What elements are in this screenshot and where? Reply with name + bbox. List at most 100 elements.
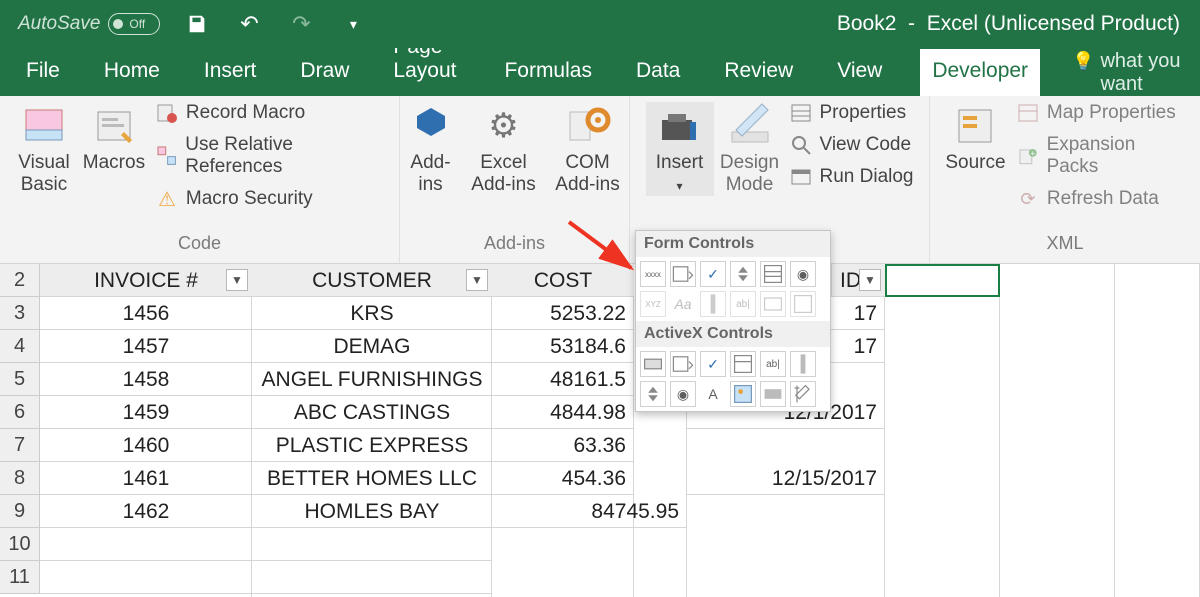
excel-addins-button[interactable]: ⚙ Excel Add-ins [465,102,543,196]
cell[interactable]: ANGEL FURNISHINGS [252,363,492,396]
cell[interactable] [40,561,252,594]
cell[interactable]: 12/15/2017 [687,462,885,495]
form-optionbutton-control[interactable]: ◉ [790,261,816,287]
undo-icon[interactable]: ↶ [238,13,260,35]
cell[interactable]: PLASTIC EXPRESS [252,429,492,462]
cell[interactable]: 17 [831,330,885,363]
cell[interactable]: 5253.22 [492,297,634,330]
tab-home[interactable]: Home [98,49,166,96]
row-header[interactable]: 9 [0,495,40,528]
redo-icon[interactable]: ↷ [290,13,312,35]
properties-button[interactable]: Properties [790,102,914,124]
worksheet[interactable]: 2 3 4 5 6 7 8 9 10 11 INVOICE # ▼ CUSTOM… [0,264,1200,597]
row-header[interactable]: 10 [0,528,40,561]
com-addins-button[interactable]: COM Add-ins [549,102,627,196]
view-code-button[interactable]: View Code [790,134,914,156]
cell[interactable]: DEMAG [252,330,492,363]
cell[interactable]: BETTER HOMES LLC [252,462,492,495]
visual-basic-button[interactable]: Visual Basic [10,102,78,210]
cell[interactable]: 53184.6 [492,330,634,363]
cell[interactable] [252,561,492,594]
autosave-toggle[interactable]: AutoSave Off [18,13,160,35]
cell[interactable] [40,528,252,561]
cell[interactable]: 48161.5 [492,363,634,396]
form-combobox-control[interactable] [670,261,696,287]
row-header[interactable]: 4 [0,330,40,363]
cell[interactable]: 1462 [40,495,252,528]
form-groupbox-control[interactable]: XYZ [640,291,666,317]
run-dialog-button[interactable]: Run Dialog [790,166,914,188]
column-header-invoice[interactable]: INVOICE # ▼ [40,264,252,297]
form-textfield-control[interactable]: ab| [730,291,756,317]
row-header[interactable]: 8 [0,462,40,495]
ax-spinbutton-control[interactable] [640,381,666,407]
ax-image-control[interactable] [730,381,756,407]
cell[interactable]: 63.36 [492,429,634,462]
ax-listbox-control[interactable] [730,351,756,377]
cell[interactable]: HOMLES BAY [252,495,492,528]
filter-button[interactable]: ▼ [226,269,248,291]
form-label-control[interactable]: Aa [670,291,696,317]
ax-label-control[interactable]: A [700,381,726,407]
cell[interactable]: 1457 [40,330,252,363]
cell[interactable]: 4844.98 [492,396,634,429]
form-listbox-control[interactable] [760,261,786,287]
insert-controls-button[interactable]: Insert▾ [646,102,714,196]
filter-button[interactable]: ▼ [859,269,881,291]
ax-textbox-control[interactable]: ab| [760,351,786,377]
macros-button[interactable]: Macros [80,102,148,210]
form-button-control[interactable]: xxxx [640,261,666,287]
design-mode-button[interactable]: Design Mode [716,102,784,196]
cell[interactable]: 1461 [40,462,252,495]
use-relative-refs-button[interactable]: Use Relative References [156,134,389,178]
cell[interactable]: 454.36 [492,462,634,495]
column-header-cost[interactable]: COST [492,264,634,297]
row-header[interactable]: 5 [0,363,40,396]
source-button[interactable]: Source [940,102,1011,210]
tab-developer[interactable]: Developer [920,49,1040,96]
row-header[interactable]: 7 [0,429,40,462]
macro-security-button[interactable]: ⚠ Macro Security [156,188,389,210]
tab-data[interactable]: Data [630,49,686,96]
ax-commandbutton-control[interactable] [640,351,666,377]
column-header-paid[interactable]: ID ▼ [831,264,885,297]
filter-button[interactable]: ▼ [466,269,488,291]
form-spinner-control[interactable] [730,261,756,287]
form-combo-list-control[interactable] [760,291,786,317]
column-header-customer[interactable]: CUSTOMER ▼ [252,264,492,297]
cell[interactable]: 17 [831,297,885,330]
row-header[interactable]: 6 [0,396,40,429]
cell[interactable]: ABC CASTINGS [252,396,492,429]
cell[interactable]: KRS [252,297,492,330]
ax-optionbutton-control[interactable]: ◉ [670,381,696,407]
row-header[interactable]: 2 [0,264,40,297]
tab-draw[interactable]: Draw [294,49,355,96]
refresh-data-button[interactable]: ⟳ Refresh Data [1017,188,1190,210]
cell[interactable]: 84745.95 [492,495,687,528]
form-checkbox-control[interactable]: ✓ [700,261,726,287]
cell[interactable]: 1458 [40,363,252,396]
cell[interactable]: 1460 [40,429,252,462]
ax-morecontrols-control[interactable] [790,381,816,407]
ax-combobox-control[interactable] [670,351,696,377]
qat-more-icon[interactable]: ▾ [342,13,364,35]
record-macro-button[interactable]: Record Macro [156,102,389,124]
tab-review[interactable]: Review [718,49,799,96]
addins-button[interactable]: Add- ins [403,102,459,196]
cell[interactable] [252,528,492,561]
ax-scrollbar-control[interactable] [790,351,816,377]
save-icon[interactable] [186,13,208,35]
ax-togglebutton-control[interactable] [760,381,786,407]
cell[interactable]: 1459 [40,396,252,429]
form-combo-dropdown-control[interactable] [790,291,816,317]
row-header[interactable]: 11 [0,561,40,594]
autosave-pill[interactable]: Off [108,13,160,35]
ax-checkbox-control[interactable]: ✓ [700,351,726,377]
tab-view[interactable]: View [831,49,888,96]
tab-insert[interactable]: Insert [198,49,263,96]
cell[interactable]: 1456 [40,297,252,330]
cell[interactable] [885,264,1000,297]
row-header[interactable]: 3 [0,297,40,330]
map-properties-button[interactable]: Map Properties [1017,102,1190,124]
form-scrollbar-control[interactable] [700,291,726,317]
